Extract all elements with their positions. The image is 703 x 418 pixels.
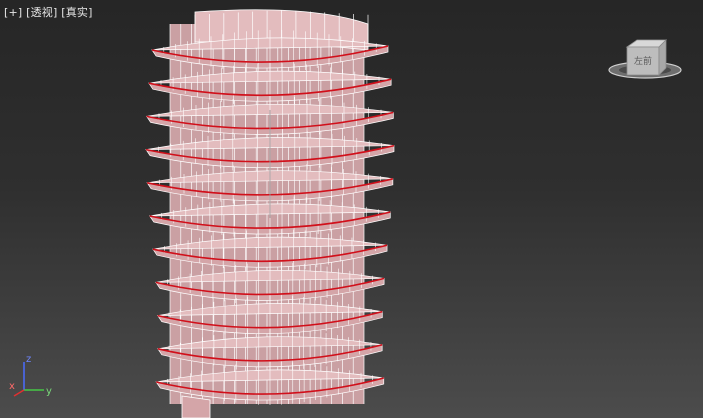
viewcube[interactable]: 左前 (608, 39, 682, 79)
x-axis-line (13, 389, 25, 397)
viewcube-face-label: 左前 (634, 55, 652, 67)
axis-tripod: z y x (9, 354, 52, 397)
perspective-viewport[interactable]: [+] [透视] [真实] 左前 z y x (0, 0, 703, 418)
y-axis-label: y (46, 386, 52, 397)
z-axis-label: z (26, 354, 31, 365)
spiral-staircase-mesh[interactable] (145, 9, 395, 418)
mesh-bottom-stub (181, 395, 211, 418)
x-axis-label: x (9, 381, 15, 392)
scene-canvas[interactable]: 左前 z y x (0, 0, 703, 418)
